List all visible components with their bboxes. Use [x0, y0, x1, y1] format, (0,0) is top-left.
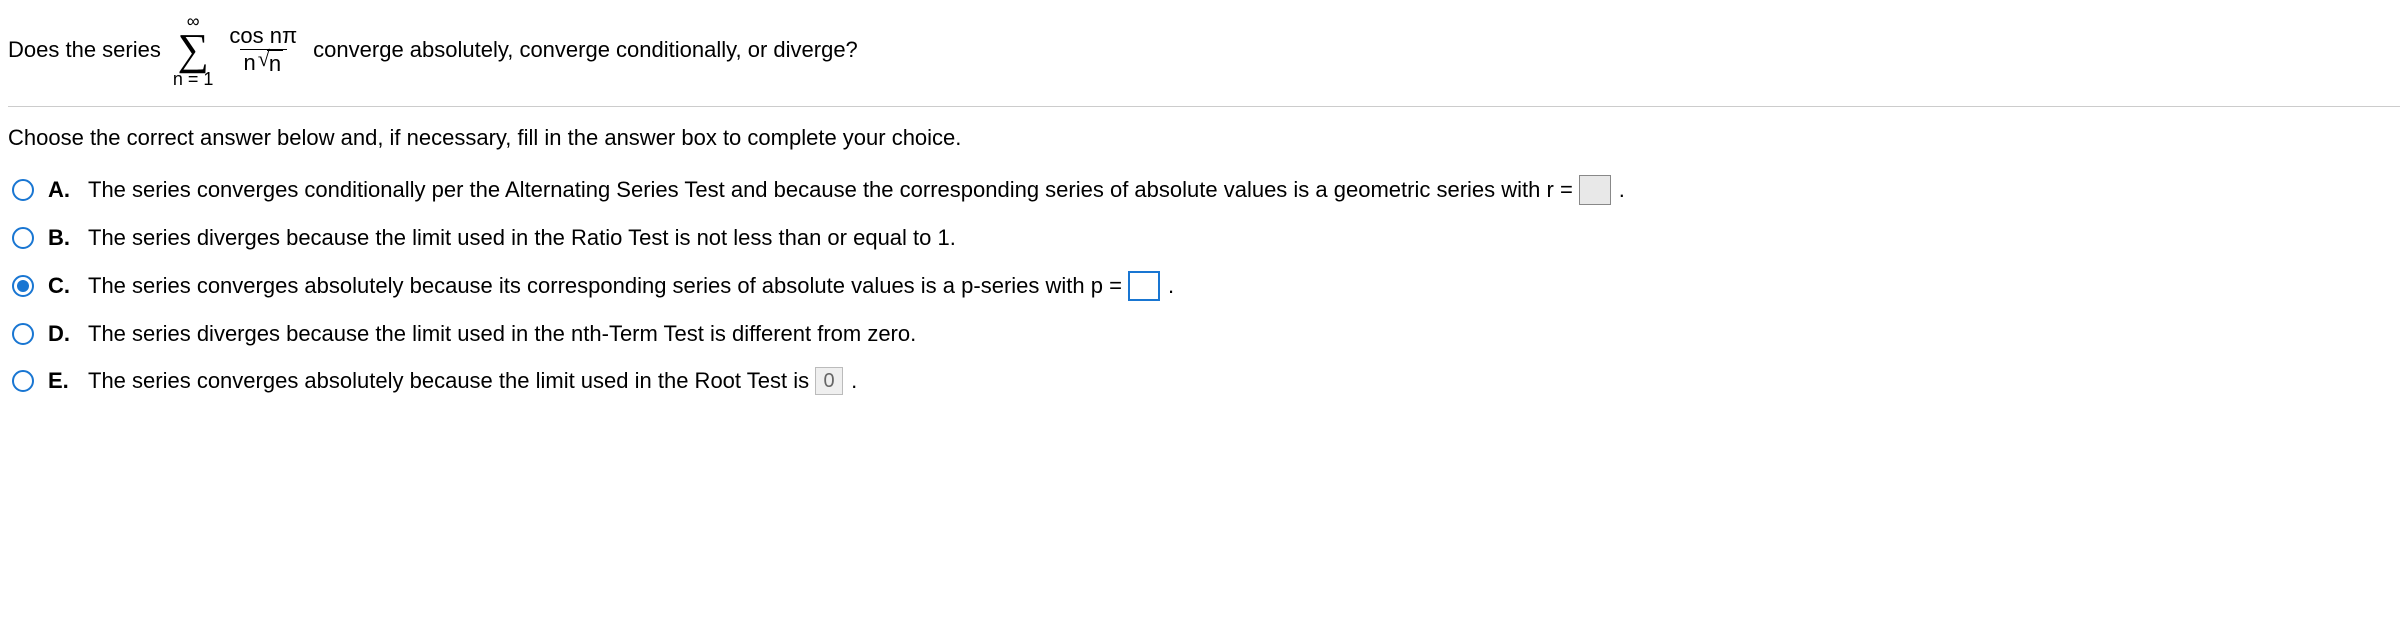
- question-suffix: converge absolutely, converge conditiona…: [313, 37, 858, 63]
- radio-e[interactable]: [12, 370, 34, 392]
- choice-c-label: C.: [48, 273, 74, 299]
- radio-c[interactable]: [12, 275, 34, 297]
- radio-a[interactable]: [12, 179, 34, 201]
- fraction-denominator: n √ n: [240, 49, 288, 77]
- fraction-numerator: cos nπ: [225, 23, 301, 49]
- choice-a-text-before: The series converges conditionally per t…: [88, 177, 1573, 203]
- divider: [8, 106, 2400, 107]
- den-left: n: [244, 50, 256, 76]
- choice-b-text: The series diverges because the limit us…: [88, 225, 956, 251]
- instruction-text: Choose the correct answer below and, if …: [8, 125, 2400, 175]
- choice-d-label: D.: [48, 321, 74, 347]
- sqrt-radicand: n: [267, 50, 283, 77]
- choice-d[interactable]: D. The series diverges because the limit…: [12, 321, 2400, 347]
- choice-a-period: .: [1619, 177, 1625, 203]
- choice-a-label: A.: [48, 177, 74, 203]
- choice-c[interactable]: C. The series converges absolutely becau…: [12, 271, 2400, 301]
- radio-b[interactable]: [12, 227, 34, 249]
- question-row: Does the series ∞ ∑ n = 1 cos nπ n √ n c…: [8, 8, 2400, 106]
- sigma-notation: ∞ ∑ n = 1: [173, 12, 214, 88]
- choice-a-text: The series converges conditionally per t…: [88, 175, 1625, 205]
- choice-a[interactable]: A. The series converges conditionally pe…: [12, 175, 2400, 205]
- choice-c-period: .: [1168, 273, 1174, 299]
- choice-e-period: .: [851, 368, 857, 394]
- sqrt: √ n: [258, 50, 283, 77]
- choice-e-input[interactable]: 0: [815, 367, 843, 395]
- choice-e-text-before: The series converges absolutely because …: [88, 368, 809, 394]
- choice-a-input[interactable]: [1579, 175, 1611, 205]
- choice-c-text-before: The series converges absolutely because …: [88, 273, 1122, 299]
- sigma-lower: n = 1: [173, 70, 214, 88]
- choice-c-input[interactable]: [1128, 271, 1160, 301]
- choice-e-text: The series converges absolutely because …: [88, 367, 857, 395]
- choice-c-text: The series converges absolutely because …: [88, 271, 1174, 301]
- choice-b[interactable]: B. The series diverges because the limit…: [12, 225, 2400, 251]
- choice-e-label: E.: [48, 368, 74, 394]
- question-prefix: Does the series: [8, 37, 161, 63]
- sigma-symbol: ∑: [177, 30, 208, 70]
- choice-b-label: B.: [48, 225, 74, 251]
- choice-e[interactable]: E. The series converges absolutely becau…: [12, 367, 2400, 395]
- fraction: cos nπ n √ n: [225, 23, 301, 77]
- choices-list: A. The series converges conditionally pe…: [8, 175, 2400, 395]
- radio-d[interactable]: [12, 323, 34, 345]
- choice-d-text: The series diverges because the limit us…: [88, 321, 916, 347]
